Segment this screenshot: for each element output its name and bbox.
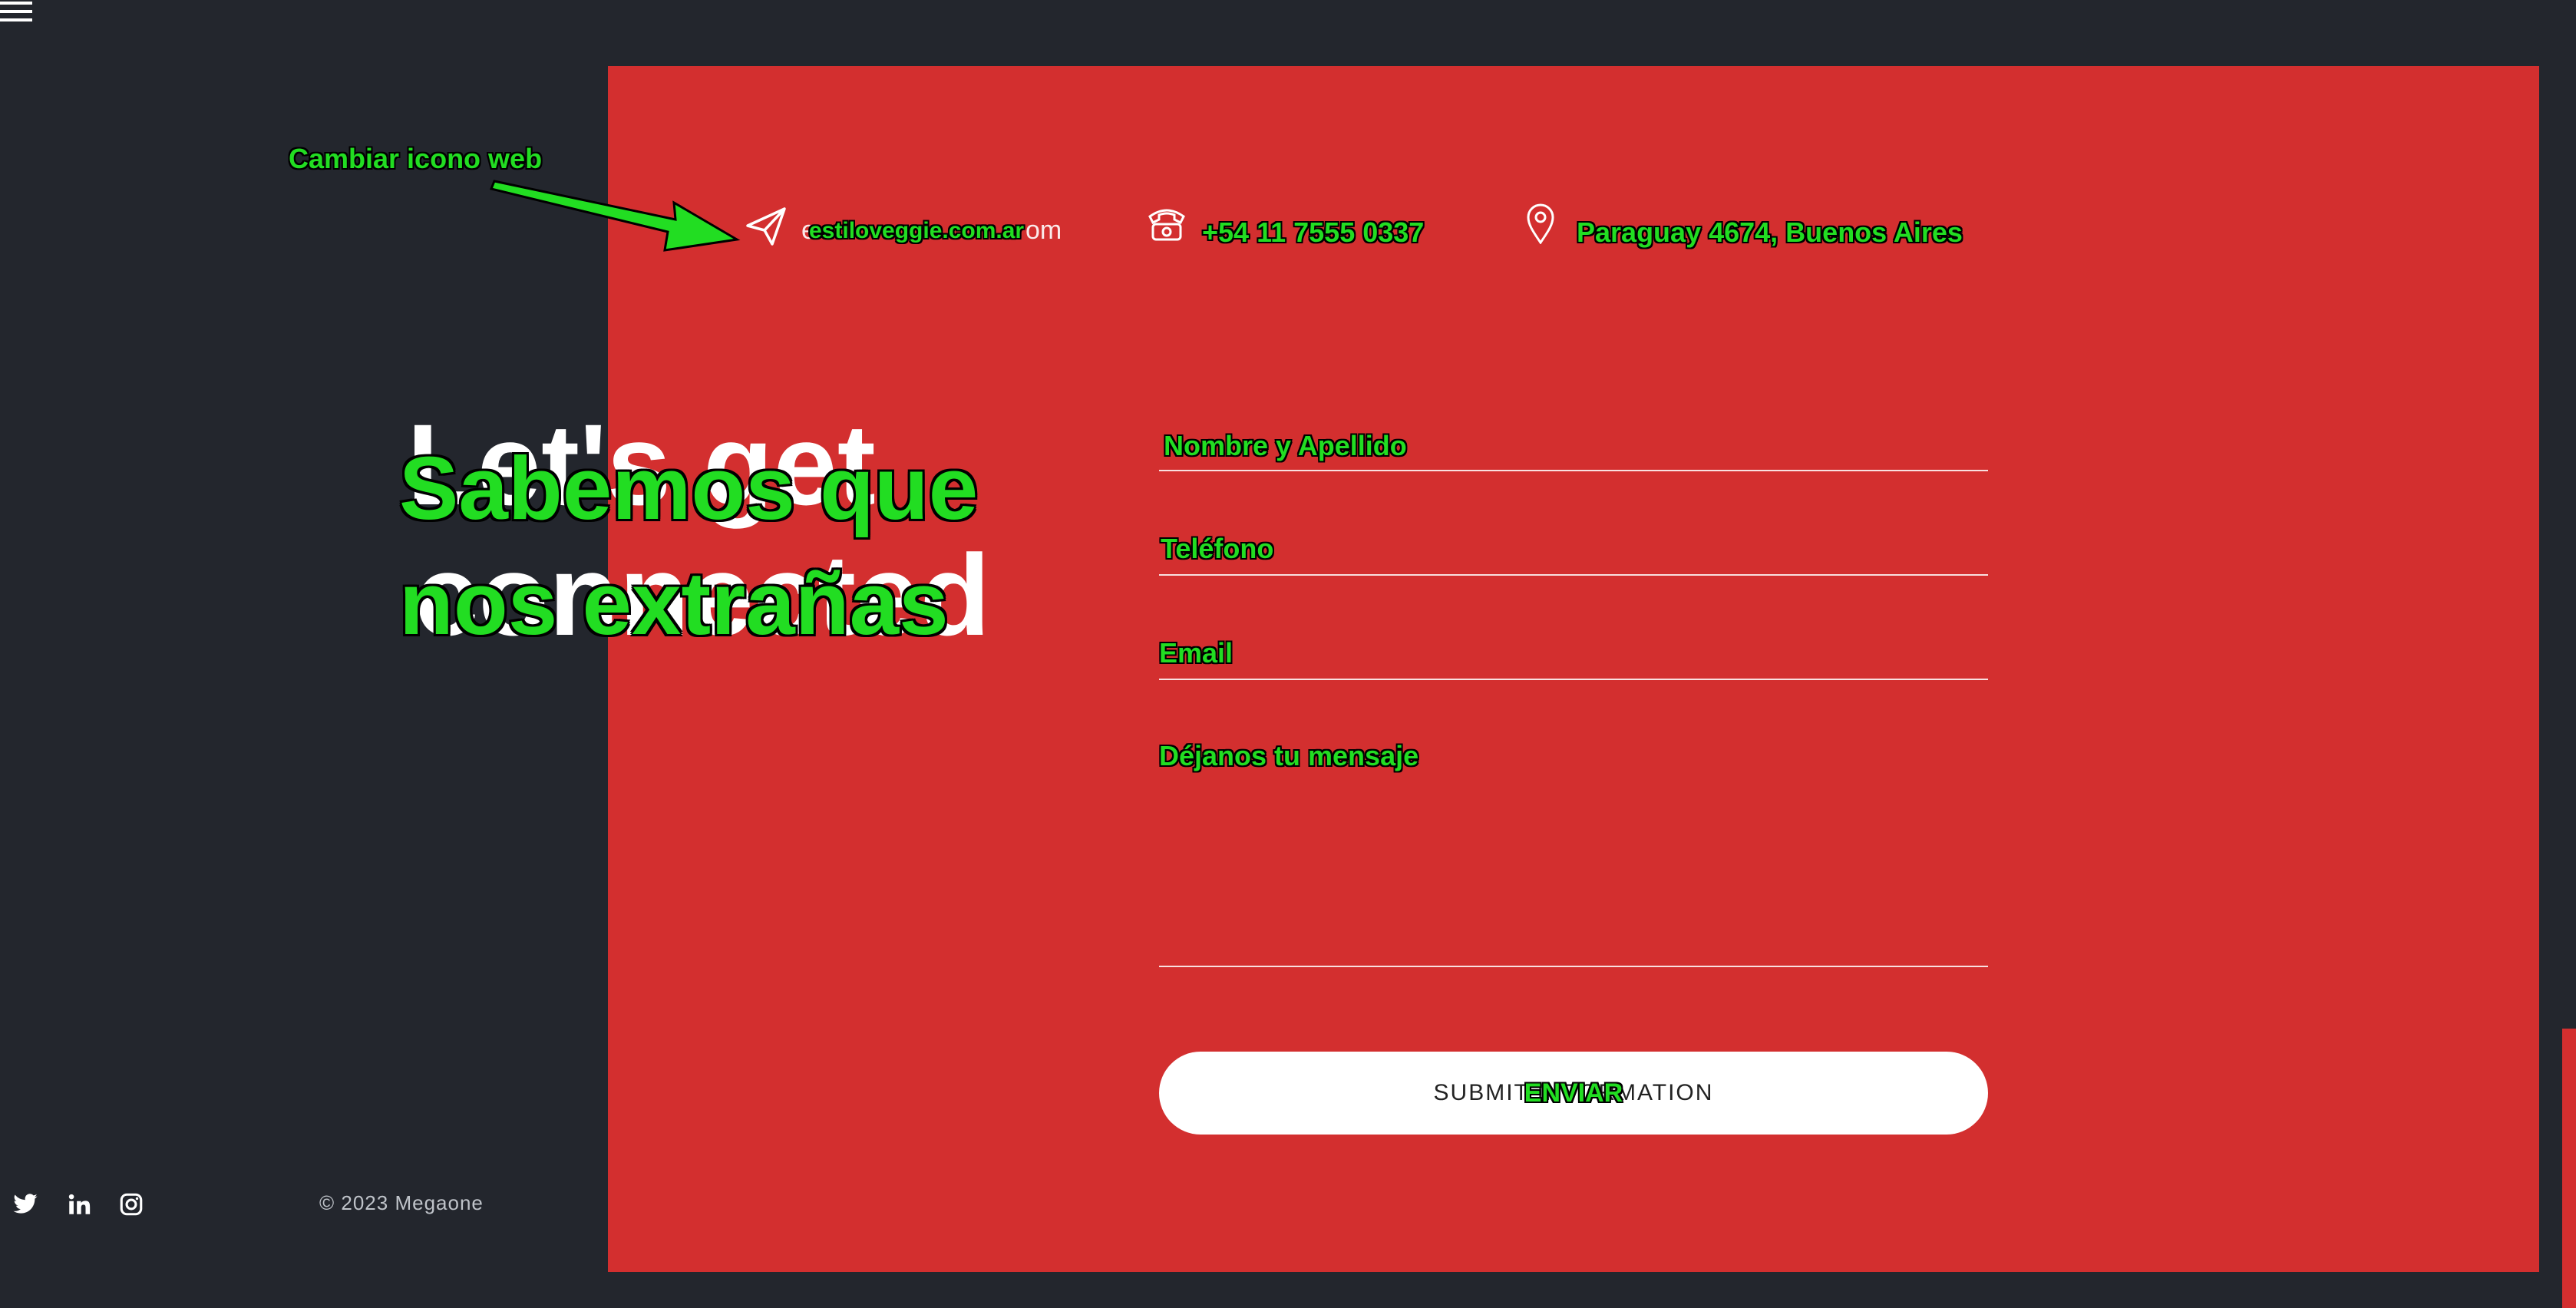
- page-root: Cambiar icono web e om estiloveggie.com.…: [0, 0, 2576, 1308]
- name-field[interactable]: [1159, 470, 1988, 471]
- name-field-label: Nombre y Apellido: [1164, 430, 1407, 461]
- copyright-text: © 2023 Megaone: [319, 1191, 484, 1214]
- email-field-label: Email: [1159, 637, 1234, 669]
- map-pin-icon: [1527, 203, 1554, 244]
- message-field-label: Déjanos tu mensaje: [1159, 740, 1419, 771]
- telephone-icon: [1148, 209, 1185, 241]
- submit-label: ENVIAR: [1524, 1078, 1623, 1108]
- twitter-icon[interactable]: [12, 1191, 38, 1217]
- instagram-icon[interactable]: [118, 1191, 144, 1217]
- email-link[interactable]: estiloveggie.com.ar: [809, 218, 1024, 244]
- address-text: Paraguay 4674, Buenos Aires: [1577, 216, 1963, 248]
- submit-button[interactable]: SUBMIT INFORMATION ENVIAR: [1159, 1052, 1988, 1135]
- phone-field-label: Teléfono: [1161, 533, 1274, 564]
- email-field[interactable]: [1159, 679, 1988, 680]
- email-text-tail: om: [1025, 216, 1062, 245]
- paper-plane-icon: [746, 207, 786, 246]
- heading-line1: Sabemos que: [399, 438, 979, 538]
- message-field[interactable]: [1159, 966, 1988, 967]
- linkedin-icon[interactable]: [66, 1191, 92, 1217]
- heading-line2: nos extrañas: [399, 553, 949, 653]
- phone-link[interactable]: +54 11 7555 0337: [1202, 216, 1424, 249]
- edge-bar: [2562, 1029, 2576, 1308]
- annotation-arrow: [489, 180, 741, 252]
- phone-field[interactable]: [1159, 574, 1988, 576]
